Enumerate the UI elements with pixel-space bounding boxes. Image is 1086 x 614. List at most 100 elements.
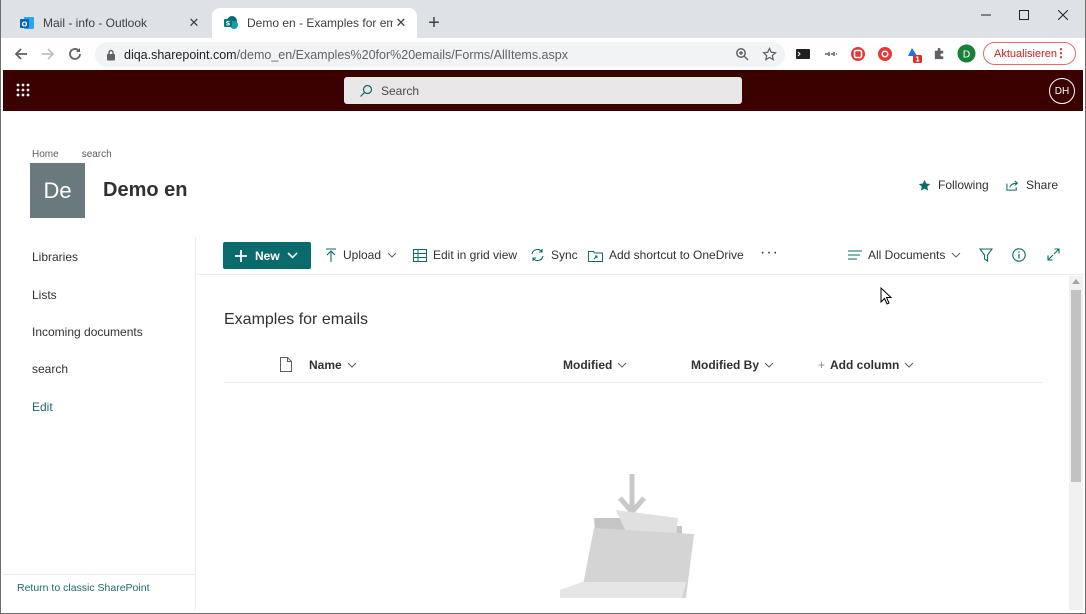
url-text: diqa.sharepoint.com/demo_en/Examples%20f…	[124, 47, 568, 62]
nav-item-incoming-documents[interactable]: Incoming documents	[32, 325, 143, 339]
chevron-down-icon	[759, 362, 774, 368]
site-title[interactable]: Demo en	[103, 179, 187, 202]
adblock-extension-icon[interactable]	[850, 46, 866, 62]
new-button[interactable]: New	[223, 242, 311, 269]
breadcrumb-home[interactable]: Home	[32, 149, 59, 160]
tab-outlook[interactable]: O Mail - info - Outlook ✕	[8, 8, 210, 38]
update-label: Aktualisieren	[994, 47, 1057, 60]
share-button[interactable]: Share	[1006, 178, 1058, 192]
star-icon	[918, 179, 938, 192]
upload-label: Upload	[343, 248, 382, 262]
breadcrumb-search[interactable]: search	[82, 149, 112, 160]
edit-grid-view-button[interactable]: Edit in grid view	[413, 248, 517, 262]
profile-avatar[interactable]: D	[957, 44, 976, 63]
address-bar[interactable]: diqa.sharepoint.com/demo_en/Examples%20f…	[95, 42, 785, 67]
search-input[interactable]: Search	[344, 77, 742, 104]
close-tab-icon[interactable]: ✕	[186, 15, 202, 31]
add-shortcut-button[interactable]: Add shortcut to OneDrive	[588, 248, 744, 262]
empty-folder-illustration	[556, 472, 696, 602]
column-modified[interactable]: Modified	[563, 358, 627, 372]
following-button[interactable]: Following	[918, 178, 989, 192]
browser-toolbar: diqa.sharepoint.com/demo_en/Examples%20f…	[0, 38, 1086, 70]
scrollbar-thumb[interactable]	[1071, 290, 1081, 482]
zoom-icon[interactable]	[732, 44, 752, 64]
scroll-up-icon[interactable]	[1072, 279, 1080, 284]
shortcut-icon	[588, 249, 609, 262]
filter-icon[interactable]	[979, 248, 999, 262]
column-name[interactable]: Name	[309, 358, 357, 372]
tab-title: Demo en - Examples for emails -	[247, 16, 393, 30]
chevron-down-icon	[899, 362, 914, 368]
expand-icon[interactable]	[1047, 248, 1066, 261]
share-icon	[1006, 179, 1026, 192]
column-name-label: Name	[309, 358, 342, 372]
return-to-classic-link[interactable]: Return to classic SharePoint	[3, 574, 196, 594]
shortcut-label: Add shortcut to OneDrive	[609, 248, 744, 262]
text-extension-icon[interactable]	[823, 46, 839, 62]
view-label: All Documents	[868, 248, 946, 262]
back-icon[interactable]	[11, 44, 31, 64]
command-bar: New Upload Edit in grid view Sync Add sh…	[197, 237, 1083, 275]
column-modified-by[interactable]: Modified By	[691, 358, 774, 372]
chevron-down-icon	[951, 252, 967, 258]
lock-icon	[106, 49, 116, 61]
mouse-cursor-icon	[880, 287, 892, 305]
nav-item-lists[interactable]: Lists	[32, 288, 57, 302]
following-label: Following	[938, 178, 989, 192]
svg-text:S: S	[226, 20, 231, 28]
tab-title: Mail - info - Outlook	[43, 16, 148, 30]
nav-item-search[interactable]: search	[32, 362, 68, 376]
new-tab-icon[interactable]: +	[424, 13, 444, 33]
close-window-icon[interactable]	[1040, 0, 1086, 30]
add-column-label: Add column	[830, 358, 900, 372]
sync-button[interactable]: Sync	[530, 248, 578, 262]
user-avatar[interactable]: DH	[1049, 78, 1075, 104]
extension-badge: 1	[915, 56, 920, 64]
app-launcher-icon[interactable]	[16, 83, 30, 97]
bookmark-star-icon[interactable]	[759, 44, 779, 64]
grid-view-label: Edit in grid view	[433, 248, 518, 262]
file-type-icon[interactable]	[275, 357, 292, 372]
view-selector[interactable]: All Documents	[848, 248, 967, 262]
add-column-button[interactable]: + Add column	[818, 358, 914, 372]
list-view-icon	[848, 250, 868, 260]
search-placeholder: Search	[381, 83, 420, 98]
column-header-row: Name Modified Modified By + Add column	[224, 348, 1042, 383]
forward-icon[interactable]	[38, 44, 58, 64]
sharepoint-icon: S	[223, 15, 239, 31]
nav-item-libraries[interactable]: Libraries	[32, 250, 78, 264]
kebab-menu-icon: ⋮	[1055, 46, 1067, 60]
sync-label: Sync	[551, 248, 578, 262]
page-scrollbar[interactable]	[1069, 276, 1083, 610]
svg-text:D: D	[963, 49, 971, 60]
browser-tab-strip: O Mail - info - Outlook ✕ S Demo en - Ex…	[0, 0, 1086, 38]
chevron-down-icon	[287, 252, 306, 259]
suite-bar: Search DH	[3, 70, 1083, 111]
puzzle-extensions-icon[interactable]	[932, 46, 948, 62]
close-tab-icon[interactable]: ✕	[393, 15, 409, 31]
left-navigation: Libraries Lists Incoming documents searc…	[3, 237, 196, 610]
breadcrumb: Home search	[32, 149, 112, 160]
column-modified-by-label: Modified By	[691, 358, 759, 372]
site-logo[interactable]: De	[30, 163, 85, 218]
upload-button[interactable]: Upload	[325, 248, 403, 262]
plus-icon	[235, 249, 255, 262]
chevron-down-icon	[612, 362, 627, 368]
search-icon	[359, 84, 381, 98]
terminal-extension-icon[interactable]	[795, 46, 811, 62]
column-modified-label: Modified	[563, 358, 613, 372]
drive-extension-icon[interactable]: 1	[905, 46, 922, 64]
plus-icon: +	[818, 358, 826, 372]
chevron-down-icon	[342, 362, 357, 368]
svg-text:O: O	[22, 20, 28, 28]
sync-icon	[530, 248, 551, 262]
tab-sharepoint[interactable]: S Demo en - Examples for emails - ✕	[212, 8, 417, 38]
nav-edit-link[interactable]: Edit	[32, 400, 53, 414]
more-options-icon[interactable]: ···	[760, 244, 779, 262]
chevron-down-icon	[387, 252, 403, 258]
info-icon[interactable]	[1012, 248, 1032, 262]
reload-icon[interactable]	[65, 44, 85, 64]
library-title: Examples for emails	[224, 311, 369, 328]
record-extension-icon[interactable]	[877, 46, 893, 62]
update-chrome-button[interactable]: Aktualisieren ⋮	[983, 42, 1076, 65]
